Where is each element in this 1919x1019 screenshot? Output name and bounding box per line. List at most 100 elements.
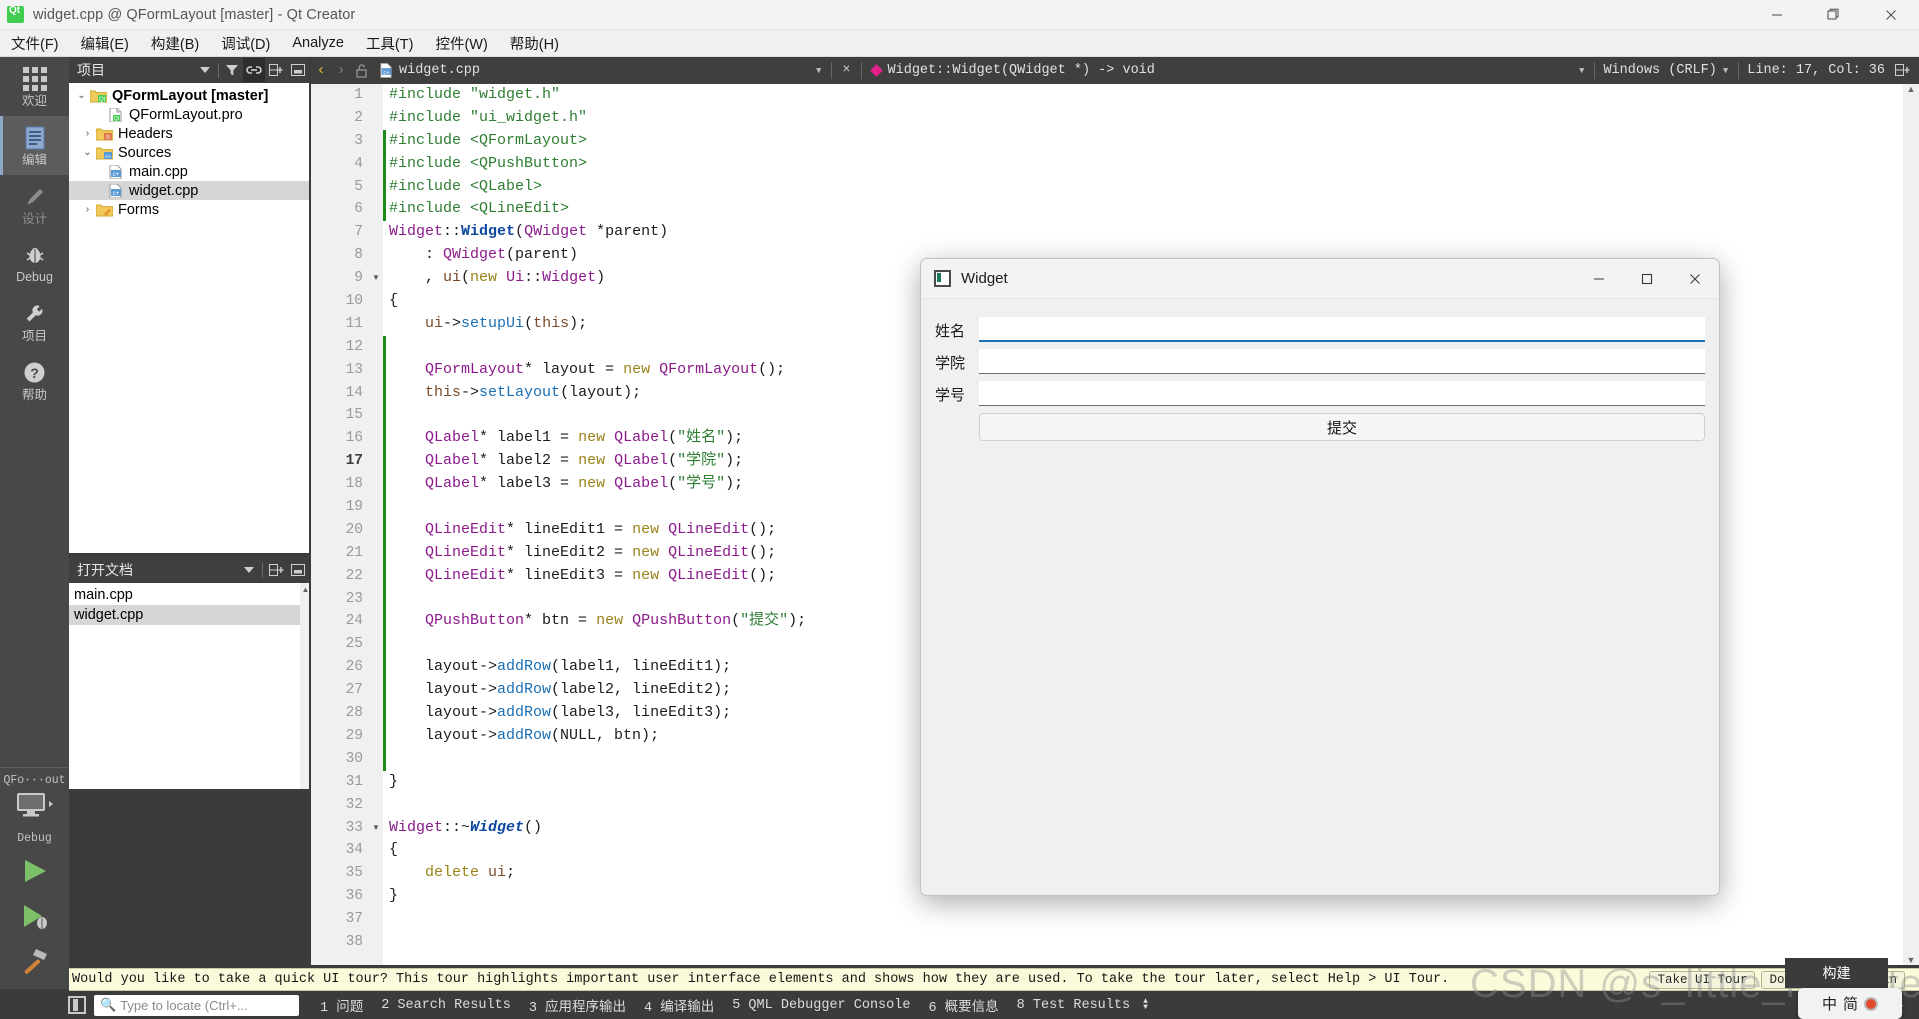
divider [262,562,263,578]
go-back-icon[interactable]: ‹ [311,62,331,79]
editor-scrollbar[interactable]: ▲ ▼ [1903,84,1919,965]
menu-help[interactable]: 帮助(H) [499,30,570,57]
status-item-search-results[interactable]: 2 Search Results [372,998,520,1013]
minimize-button[interactable] [1748,0,1805,30]
wrench-icon [22,301,48,327]
kit-selector[interactable]: QFo···out Debug [0,767,69,989]
line-number: 2 [354,109,363,126]
locator-placeholder: Type to locate (Ctrl+... [120,997,248,1013]
code-token: ( [461,269,471,287]
split-editor-icon[interactable] [1885,64,1919,77]
split-panel-icon[interactable] [265,58,287,82]
line-number: 17 [345,453,363,470]
tree-item-forms[interactable]: › Forms [69,200,311,219]
tree-item-headers[interactable]: › h Headers [69,124,311,143]
open-documents-list[interactable]: main.cpp widget.cpp ▲ [69,583,311,789]
submit-button[interactable]: 提交 [979,413,1705,441]
college-input[interactable] [979,349,1705,374]
menu-debug[interactable]: 调试(D) [210,30,281,57]
tree-item-widget-cpp[interactable]: c+ widget.cpp [69,181,311,200]
tree-item-main-cpp[interactable]: c+ main.cpp [69,162,311,181]
dialog-maximize-button[interactable] [1623,259,1671,299]
editor-toolbar: ‹ › c+ widget.cpp ▼ × Widget::Widget(QWi… [311,57,1919,84]
code-token: * btn = [524,612,597,630]
dialog-minimize-button[interactable] [1575,259,1623,299]
close-document-button[interactable]: × [836,63,856,78]
code-token: #include [389,86,471,103]
code-token: Widget [389,223,444,241]
build-button[interactable] [18,946,52,981]
menu-widgets[interactable]: 控件(W) [424,30,498,57]
mode-debug[interactable]: Debug [0,233,69,292]
menu-tools[interactable]: 工具(T) [355,30,425,57]
mode-projects[interactable]: 项目 [0,292,69,351]
tree-item-qformlayout-pro[interactable]: Qt QFormLayout.pro [69,105,311,124]
close-panel-icon[interactable] [287,58,309,82]
status-item-test-results[interactable]: 8 Test Results [1008,998,1139,1013]
symbol-selector[interactable]: Widget::Widget(QWidget *) -> void [888,63,1155,78]
dialog-close-button[interactable] [1671,259,1719,299]
twisty-icon[interactable]: › [79,204,96,215]
ime-shape-label[interactable]: 简 [1843,993,1858,1014]
maximize-button[interactable] [1805,0,1862,30]
build-tooltip: 构建 [1785,958,1888,988]
mode-welcome[interactable]: 欢迎 [0,57,69,116]
filter-icon[interactable] [221,58,243,82]
twisty-icon[interactable]: › [79,128,96,139]
twisty-icon[interactable]: ⌄ [79,147,96,158]
mode-design[interactable]: 设计 [0,175,69,234]
menu-build[interactable]: 构建(B) [140,30,210,57]
menu-edit[interactable]: 编辑(E) [70,30,140,57]
toggle-sidebar-icon[interactable] [68,996,86,1014]
link-with-editor-icon[interactable] [243,58,265,82]
fold-column[interactable]: ▼ ▼ [369,84,383,965]
take-ui-tour-button[interactable]: Take UI Tour [1649,970,1756,989]
project-tree[interactable]: ⌄ Qt QFormLayout [master] Qt QFormLayout… [69,83,311,557]
split-panel-icon[interactable] [265,558,287,582]
status-item-overview[interactable]: 6 概要信息 [919,995,1007,1016]
widget-dialog[interactable]: Widget 姓名 学院 学号 提交 [920,258,1720,896]
menu-analyze[interactable]: Analyze [281,32,355,54]
close-button[interactable] [1862,0,1919,30]
ime-indicator[interactable]: 中 简 [1798,988,1902,1019]
ime-mode-label[interactable]: 中 [1822,993,1837,1014]
chevron-down-icon[interactable] [194,58,216,82]
name-input[interactable] [979,317,1705,342]
encoding-dropdown-icon[interactable]: ▼ [1717,66,1734,76]
unlocked-icon[interactable] [351,63,373,78]
document-item-widget-cpp[interactable]: widget.cpp [69,605,311,625]
chevron-down-icon[interactable] [238,558,260,582]
status-item-issues[interactable]: 1 问题 [311,995,372,1016]
status-item-application-output[interactable]: 3 应用程序输出 [520,995,635,1016]
mode-help[interactable]: ? 帮助 [0,351,69,410]
editor-filename[interactable]: widget.cpp [399,63,480,78]
ime-status-icon[interactable] [1864,996,1879,1011]
file-dropdown-icon[interactable]: ▼ [810,66,827,76]
start-debugging-button[interactable] [18,901,52,936]
twisty-icon[interactable]: ⌄ [73,90,90,101]
fold-toggle-icon[interactable]: ▼ [369,267,383,290]
code-token: "提交" [740,612,789,630]
go-forward-icon[interactable]: › [331,62,351,79]
status-item-qml-debugger-console[interactable]: 5 QML Debugger Console [723,998,919,1013]
line-number: 33 [345,819,363,836]
student-id-input[interactable] [979,381,1705,406]
document-item-main-cpp[interactable]: main.cpp [69,585,311,605]
symbol-dropdown-icon[interactable]: ▼ [1573,66,1590,76]
tree-item-qformlayout[interactable]: ⌄ Qt QFormLayout [master] [69,86,311,105]
fold-toggle-icon[interactable]: ▼ [369,817,383,840]
menu-file[interactable]: 文件(F) [0,30,70,57]
locator-input[interactable]: 🔍 Type to locate (Ctrl+... [94,994,299,1016]
scroll-up-arrow-icon[interactable]: ▲ [1907,84,1916,94]
encoding-selector[interactable]: Windows (CRLF) [1599,63,1716,78]
output-pane-toggle-icon[interactable]: ▲ ▼ [1139,998,1148,1012]
tree-item-sources[interactable]: ⌄ c+ Sources [69,143,311,162]
run-button[interactable] [18,856,52,891]
mode-edit[interactable]: 编辑 [0,115,69,175]
status-item-compile-output[interactable]: 4 编译输出 [635,995,723,1016]
scroll-down-arrow-icon[interactable]: ▼ [1907,955,1916,965]
close-panel-icon[interactable] [287,558,309,582]
code-token: QLabel [425,475,480,493]
